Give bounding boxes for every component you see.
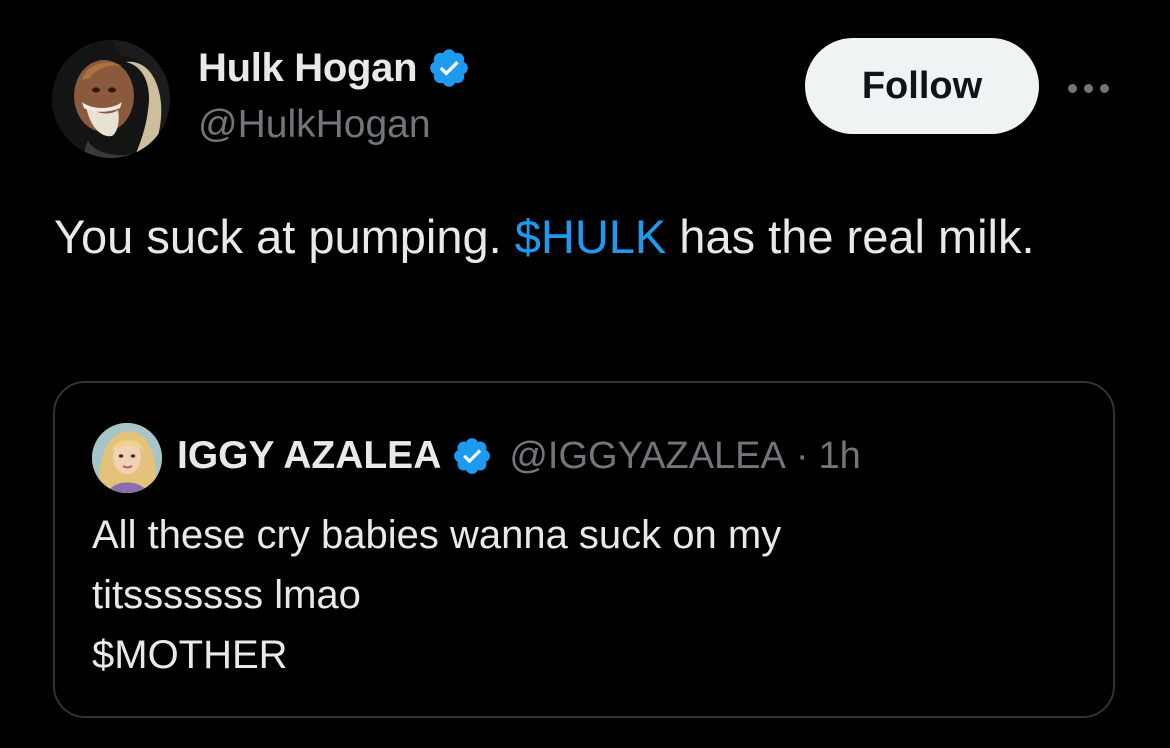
quoted-text-line: $MOTHER — [92, 633, 288, 677]
quoted-author-name[interactable]: IGGY AZALEA — [177, 434, 441, 478]
author-name-row: Hulk Hogan — [198, 44, 471, 92]
more-dot — [1067, 83, 1077, 93]
tweet-card: Hulk Hogan @HulkHogan Follow You suck at… — [0, 0, 1170, 748]
quoted-tweet-text: All these cry babies wanna suck on my ti… — [92, 505, 1092, 685]
more-dot — [1083, 83, 1093, 93]
tweet-text: You suck at pumping. $HULK has the real … — [54, 205, 1114, 269]
quoted-text-line: titsssssss lmao — [92, 573, 361, 617]
tweet-text-start: You suck at pumping. — [54, 210, 515, 263]
more-dot — [1099, 83, 1109, 93]
quoted-author-handle[interactable]: @IGGYAZALEA — [509, 435, 786, 478]
author-handle[interactable]: @HulkHogan — [198, 103, 431, 147]
tweet-text-end: has the real milk. — [666, 210, 1035, 263]
more-options-icon[interactable] — [1058, 70, 1118, 106]
quoted-header: IGGY AZALEA @IGGYAZALEA · 1h — [177, 431, 861, 481]
quoted-author-avatar[interactable] — [92, 423, 162, 493]
author-name[interactable]: Hulk Hogan — [198, 46, 418, 91]
verified-badge-icon — [454, 438, 491, 474]
follow-button[interactable]: Follow — [805, 38, 1039, 134]
separator-dot: · — [795, 434, 809, 477]
quoted-timestamp[interactable]: 1h — [819, 435, 861, 478]
author-avatar[interactable] — [52, 40, 170, 158]
verified-badge-icon — [430, 49, 469, 87]
cashtag-link[interactable]: $HULK — [515, 210, 667, 263]
quoted-text-line: All these cry babies wanna suck on my — [92, 513, 782, 557]
quoted-tweet[interactable]: IGGY AZALEA @IGGYAZALEA · 1h All these c… — [53, 381, 1115, 718]
